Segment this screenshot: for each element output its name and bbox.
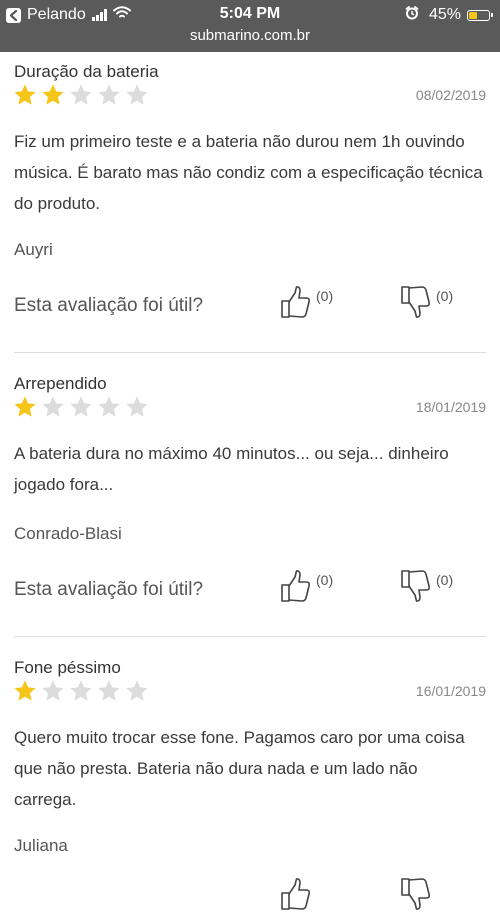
divider (14, 636, 486, 637)
star-empty-icon (96, 82, 122, 108)
star-empty-icon (124, 82, 150, 108)
review-date: 16/01/2019 (415, 683, 486, 699)
star-empty-icon (96, 394, 122, 420)
helpful-count: (0) (316, 572, 334, 588)
not-helpful-count: (0) (436, 288, 454, 304)
status-bar: Pelando 5:04 PM submarino.com.br 45% (0, 0, 500, 52)
battery-percent: 45% (428, 6, 461, 23)
thumbs-up-icon[interactable] (278, 284, 312, 320)
status-right: 45% (405, 5, 493, 25)
helpful-question: Esta avaliação foi útil? (14, 295, 204, 316)
helpful-vote[interactable]: (0) (278, 568, 333, 604)
review-title: Duração da bateria (14, 62, 159, 81)
helpful-question: Esta avaliação foi útil? (14, 579, 204, 600)
review-text: A bateria dura no máximo 40 minutos... o… (14, 444, 449, 494)
star-empty-icon (68, 394, 94, 420)
star-empty-icon (124, 678, 150, 704)
star-filled-icon (12, 678, 38, 704)
review-title: Arrependido (14, 374, 107, 393)
thumbs-up-icon[interactable] (278, 568, 312, 604)
star-filled-icon (12, 82, 38, 108)
star-filled-icon (12, 394, 38, 420)
helpful-vote[interactable] (278, 876, 312, 912)
review-author: Conrado-Blasi (14, 524, 122, 543)
star-filled-icon (40, 82, 66, 108)
not-helpful-vote[interactable]: (0) (398, 284, 453, 320)
star-empty-icon (40, 678, 66, 704)
star-empty-icon (68, 678, 94, 704)
not-helpful-vote[interactable]: (0) (398, 568, 453, 604)
thumbs-up-icon[interactable] (278, 876, 312, 912)
alarm-icon (405, 5, 419, 25)
star-rating (12, 678, 152, 704)
review-date: 08/02/2019 (415, 87, 486, 103)
battery-icon (467, 9, 493, 21)
not-helpful-count: (0) (436, 572, 454, 588)
helpful-vote[interactable]: (0) (278, 284, 333, 320)
star-rating (12, 82, 152, 108)
review-author: Auyri (14, 240, 53, 259)
thumbs-down-icon[interactable] (398, 284, 432, 320)
star-empty-icon (68, 82, 94, 108)
review-author: Juliana (14, 836, 68, 855)
star-empty-icon (96, 678, 122, 704)
not-helpful-vote[interactable] (398, 876, 432, 912)
thumbs-down-icon[interactable] (398, 568, 432, 604)
star-empty-icon (40, 394, 66, 420)
star-rating (12, 394, 152, 420)
url-label[interactable]: submarino.com.br (0, 27, 500, 44)
battery-fill (469, 11, 477, 19)
helpful-count: (0) (316, 288, 334, 304)
divider (14, 352, 486, 353)
review-text: Fiz um primeiro teste e a bateria não du… (14, 132, 483, 213)
review-title: Fone péssimo (14, 658, 121, 677)
review-date: 18/01/2019 (415, 399, 486, 415)
star-empty-icon (124, 394, 150, 420)
thumbs-down-icon[interactable] (398, 876, 432, 912)
review-text: Quero muito trocar esse fone. Pagamos ca… (14, 728, 465, 809)
